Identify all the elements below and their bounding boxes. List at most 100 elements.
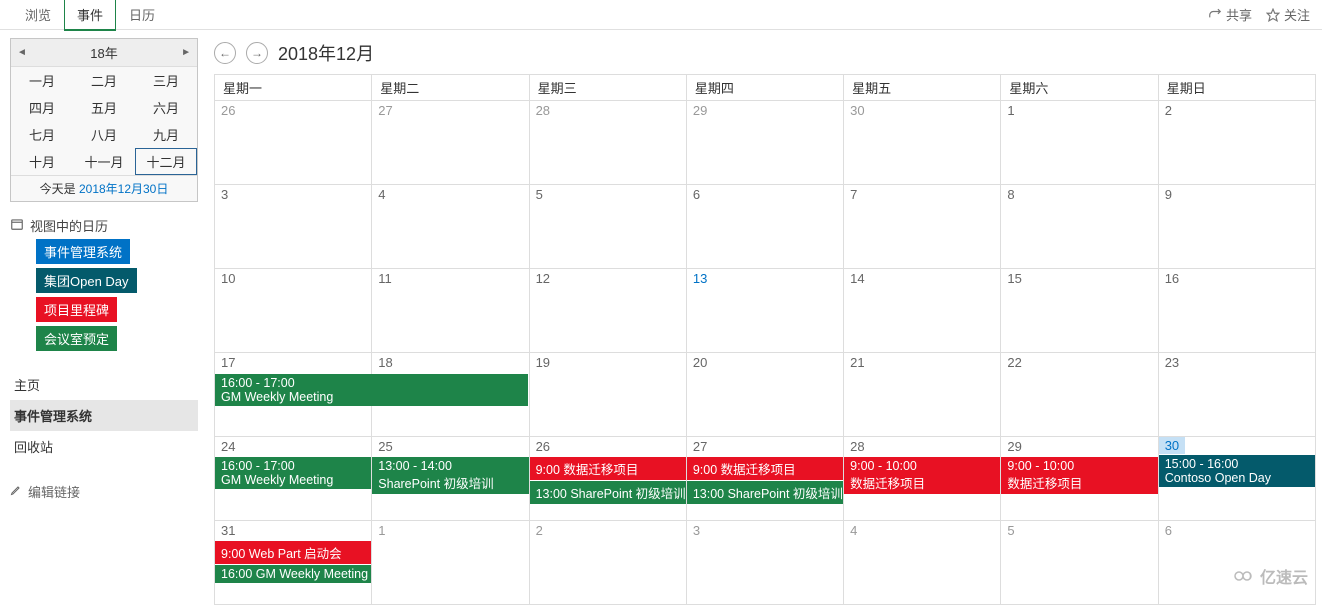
calendar-event[interactable]: 9:00 数据迁移项目 — [687, 457, 843, 480]
day-cell[interactable]: 8 — [1001, 185, 1158, 269]
month-12[interactable]: 十二月 — [135, 148, 197, 175]
month-4[interactable]: 四月 — [11, 94, 73, 121]
day-cell[interactable]: 1716:00 - 17:00GM Weekly Meeting — [215, 353, 372, 437]
day-cell[interactable]: 26 — [215, 101, 372, 185]
month-9[interactable]: 九月 — [135, 121, 197, 148]
nav-link-1[interactable]: 事件管理系统 — [10, 400, 198, 431]
day-cell[interactable]: 2 — [530, 521, 687, 605]
calendar-event[interactable]: 13:00 - 14:00SharePoint 初级培训 — [372, 457, 528, 494]
tab-events[interactable]: 事件 — [64, 0, 116, 31]
month-3[interactable]: 三月 — [135, 67, 197, 94]
day-cell[interactable]: 2416:00 - 17:00GM Weekly Meeting — [215, 437, 372, 521]
month-8[interactable]: 八月 — [73, 121, 135, 148]
day-cell[interactable]: 9 — [1159, 185, 1316, 269]
calendar-event[interactable]: 15:00 - 16:00Contoso Open Day — [1159, 455, 1315, 487]
day-cell[interactable]: 30 — [844, 101, 1001, 185]
day-cell[interactable]: 14 — [844, 269, 1001, 353]
next-month-button[interactable]: → — [246, 42, 268, 64]
month-6[interactable]: 六月 — [135, 94, 197, 121]
calendar-event[interactable]: 16:00 - 17:00GM Weekly Meeting — [215, 457, 371, 489]
prev-year-button[interactable]: ◄ — [17, 47, 27, 58]
watermark-text: 亿速云 — [1260, 564, 1308, 588]
day-cell[interactable]: 279:00 数据迁移项目13:00 SharePoint 初级培训 — [687, 437, 844, 521]
calendar-title: 2018年12月 — [278, 40, 374, 66]
event-time: 15:00 - 16:00 — [1165, 457, 1309, 471]
calendar-tag-0[interactable]: 事件管理系统 — [36, 239, 130, 264]
day-cell[interactable]: 2513:00 - 14:00SharePoint 初级培训 — [372, 437, 529, 521]
calendar-event[interactable]: 16:00 GM Weekly Meeting — [215, 565, 371, 583]
calendar-tag-3[interactable]: 会议室预定 — [36, 326, 117, 351]
day-cell[interactable]: 7 — [844, 185, 1001, 269]
calendar-event[interactable]: 9:00 Web Part 启动会 — [215, 541, 371, 564]
sidebar: ◄ 18年 ► 一月二月三月四月五月六月七月八月九月十月十一月十二月 今天是 2… — [0, 30, 208, 615]
day-cell[interactable]: 13 — [687, 269, 844, 353]
day-cell[interactable]: 2 — [1159, 101, 1316, 185]
day-number: 10 — [215, 269, 371, 288]
calendar-tag-1[interactable]: 集团Open Day — [36, 268, 137, 293]
pencil-icon — [10, 484, 22, 499]
day-cell[interactable]: 4 — [372, 185, 529, 269]
day-cell[interactable]: 11 — [372, 269, 529, 353]
day-cell[interactable]: 6 — [1159, 521, 1316, 605]
nav-link-0[interactable]: 主页 — [10, 369, 198, 400]
day-cell[interactable]: 15 — [1001, 269, 1158, 353]
day-number: 11 — [372, 269, 528, 288]
day-cell[interactable]: 28 — [530, 101, 687, 185]
calendar-event[interactable]: 13:00 SharePoint 初级培训 — [530, 481, 686, 504]
day-cell[interactable]: 3015:00 - 16:00Contoso Open Day — [1159, 437, 1316, 521]
day-cell[interactable]: 299:00 - 10:00数据迁移项目 — [1001, 437, 1158, 521]
day-cell[interactable]: 29 — [687, 101, 844, 185]
day-cell[interactable]: 1 — [372, 521, 529, 605]
month-10[interactable]: 十月 — [11, 148, 73, 175]
day-cell[interactable]: 22 — [1001, 353, 1158, 437]
tab-calendar[interactable]: 日历 — [116, 0, 168, 31]
next-year-button[interactable]: ► — [181, 47, 191, 58]
day-cell[interactable]: 6 — [687, 185, 844, 269]
top-toolbar: 浏览 事件 日历 共享 关注 — [0, 0, 1322, 30]
day-cell[interactable]: 16 — [1159, 269, 1316, 353]
day-cell[interactable]: 269:00 数据迁移项目13:00 SharePoint 初级培训 — [530, 437, 687, 521]
day-number: 1 — [372, 521, 528, 540]
tab-browse[interactable]: 浏览 — [12, 0, 64, 31]
month-2[interactable]: 二月 — [73, 67, 135, 94]
prev-month-button[interactable]: ← — [214, 42, 236, 64]
day-cell[interactable]: 12 — [530, 269, 687, 353]
month-11[interactable]: 十一月 — [73, 148, 135, 175]
calendar-tag-2[interactable]: 项目里程碑 — [36, 297, 117, 322]
day-cell[interactable]: 3 — [687, 521, 844, 605]
today-row: 今天是 2018年12月30日 — [11, 175, 197, 201]
day-cell[interactable]: 1 — [1001, 101, 1158, 185]
day-cell[interactable]: 4 — [844, 521, 1001, 605]
follow-button[interactable]: 关注 — [1266, 5, 1310, 24]
day-number: 27 — [372, 101, 528, 120]
day-cell[interactable]: 319:00 Web Part 启动会16:00 GM Weekly Meeti… — [215, 521, 372, 605]
day-cell[interactable]: 5 — [1001, 521, 1158, 605]
day-cell[interactable]: 19 — [530, 353, 687, 437]
calendar-event[interactable]: 9:00 - 10:00数据迁移项目 — [844, 457, 1000, 494]
day-cell[interactable]: 5 — [530, 185, 687, 269]
day-number: 17 — [215, 353, 371, 372]
nav-link-2[interactable]: 回收站 — [10, 431, 198, 462]
share-button[interactable]: 共享 — [1208, 5, 1252, 24]
day-cell[interactable]: 20 — [687, 353, 844, 437]
day-cell[interactable]: 10 — [215, 269, 372, 353]
event-text: 9:00 数据迁移项目 — [536, 459, 680, 478]
today-link[interactable]: 2018年12月30日 — [79, 182, 168, 196]
edit-links-button[interactable]: 编辑链接 — [10, 482, 198, 501]
day-cell[interactable]: 3 — [215, 185, 372, 269]
month-1[interactable]: 一月 — [11, 67, 73, 94]
month-7[interactable]: 七月 — [11, 121, 73, 148]
day-cell[interactable]: 23 — [1159, 353, 1316, 437]
calendar-grid: 星期一星期二星期三星期四星期五星期六星期日2627282930123456789… — [214, 74, 1316, 605]
month-5[interactable]: 五月 — [73, 94, 135, 121]
day-cell[interactable]: 27 — [372, 101, 529, 185]
day-cell[interactable]: 21 — [844, 353, 1001, 437]
calendar-event[interactable]: 9:00 数据迁移项目 — [530, 457, 686, 480]
calendar-event[interactable]: 16:00 - 17:00GM Weekly Meeting — [215, 374, 528, 406]
calendar-event[interactable]: 9:00 - 10:00数据迁移项目 — [1001, 457, 1157, 494]
calendar-event[interactable]: 13:00 SharePoint 初级培训 — [687, 481, 843, 504]
day-number: 7 — [844, 185, 1000, 204]
day-number: 9 — [1159, 185, 1315, 204]
day-cell[interactable]: 289:00 - 10:00数据迁移项目 — [844, 437, 1001, 521]
dow-header: 星期二 — [372, 75, 529, 101]
